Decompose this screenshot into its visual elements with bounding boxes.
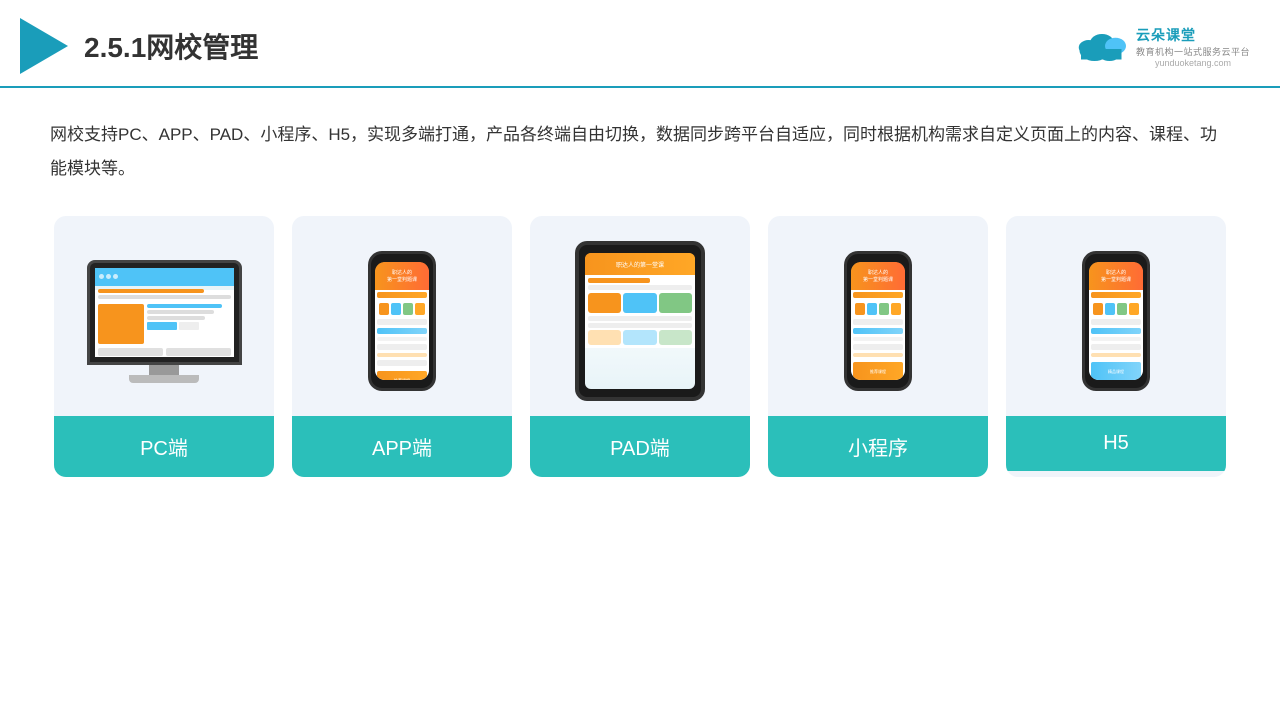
miniprogram-phone-mockup: 职达人的第一堂判题课 <box>844 251 912 391</box>
card-pc-image <box>54 216 274 416</box>
header: 2.5.1网校管理 云朵课堂 教育机构一站式服务云平台 yunduoketang… <box>0 0 1280 88</box>
pc-screen-outer <box>87 260 242 365</box>
description-text: 网校支持PC、APP、PAD、小程序、H5，实现多端打通，产品各终端自由切换，数… <box>50 118 1230 186</box>
card-miniprogram-label: 小程序 <box>768 416 988 477</box>
pc-screen-content <box>95 268 234 357</box>
pc-mockup <box>87 260 242 383</box>
card-pad: 职达人的第一堂课 <box>530 216 750 477</box>
card-h5-label: H5 <box>1006 416 1226 471</box>
h5-screen-text: 职达人的第一堂判题课 <box>1099 267 1133 285</box>
header-right: 云朵课堂 教育机构一站式服务云平台 yunduoketang.com <box>1072 25 1250 68</box>
app-phone-mockup: 职达人的第一堂判题课 <box>368 251 436 391</box>
card-h5-image: 职达人的第一堂判题课 <box>1006 216 1226 416</box>
tablet-mockup: 职达人的第一堂课 <box>575 241 705 401</box>
card-pc: PC端 <box>54 216 274 477</box>
h5-phone-outer: 职达人的第一堂判题课 <box>1082 251 1150 391</box>
card-pad-label: PAD端 <box>530 416 750 477</box>
card-miniprogram-image: 职达人的第一堂判题课 <box>768 216 988 416</box>
cloud-icon-wrap: 云朵课堂 教育机构一站式服务云平台 yunduoketang.com <box>1072 25 1250 68</box>
header-left: 2.5.1网校管理 <box>20 18 258 74</box>
h5-phone-screen: 职达人的第一堂判题课 <box>1089 262 1143 380</box>
cloud-logo: 云朵课堂 教育机构一站式服务云平台 yunduoketang.com <box>1072 25 1250 68</box>
miniprogram-phone-outer: 职达人的第一堂判题课 <box>844 251 912 391</box>
card-h5: 职达人的第一堂判题课 <box>1006 216 1226 477</box>
card-app-label: APP端 <box>292 416 512 477</box>
miniprogram-notch <box>866 254 890 262</box>
cards-container: PC端 职达人的第一堂判题课 <box>50 216 1230 477</box>
app-screen-text: 职达人的第一堂判题课 <box>385 267 419 285</box>
logo-triangle <box>20 18 68 74</box>
card-app: 职达人的第一堂判题课 <box>292 216 512 477</box>
cloud-icon <box>1072 28 1132 64</box>
miniprogram-screen-text: 职达人的第一堂判题课 <box>861 267 895 285</box>
card-pad-image: 职达人的第一堂课 <box>530 216 750 416</box>
h5-notch <box>1104 254 1128 262</box>
app-phone-screen: 职达人的第一堂判题课 <box>375 262 429 380</box>
app-phone-outer: 职达人的第一堂判题课 <box>368 251 436 391</box>
brand-name: 云朵课堂 教育机构一站式服务云平台 yunduoketang.com <box>1136 25 1250 68</box>
card-miniprogram: 职达人的第一堂判题课 <box>768 216 988 477</box>
card-app-image: 职达人的第一堂判题课 <box>292 216 512 416</box>
tablet-outer: 职达人的第一堂课 <box>575 241 705 401</box>
phone-notch <box>390 254 414 262</box>
card-pc-label: PC端 <box>54 416 274 477</box>
miniprogram-phone-screen: 职达人的第一堂判题课 <box>851 262 905 380</box>
tablet-screen: 职达人的第一堂课 <box>585 253 695 389</box>
h5-phone-mockup: 职达人的第一堂判题课 <box>1082 251 1150 391</box>
page-title: 2.5.1网校管理 <box>84 26 258 66</box>
main-content: 网校支持PC、APP、PAD、小程序、H5，实现多端打通，产品各终端自由切换，数… <box>0 88 1280 497</box>
